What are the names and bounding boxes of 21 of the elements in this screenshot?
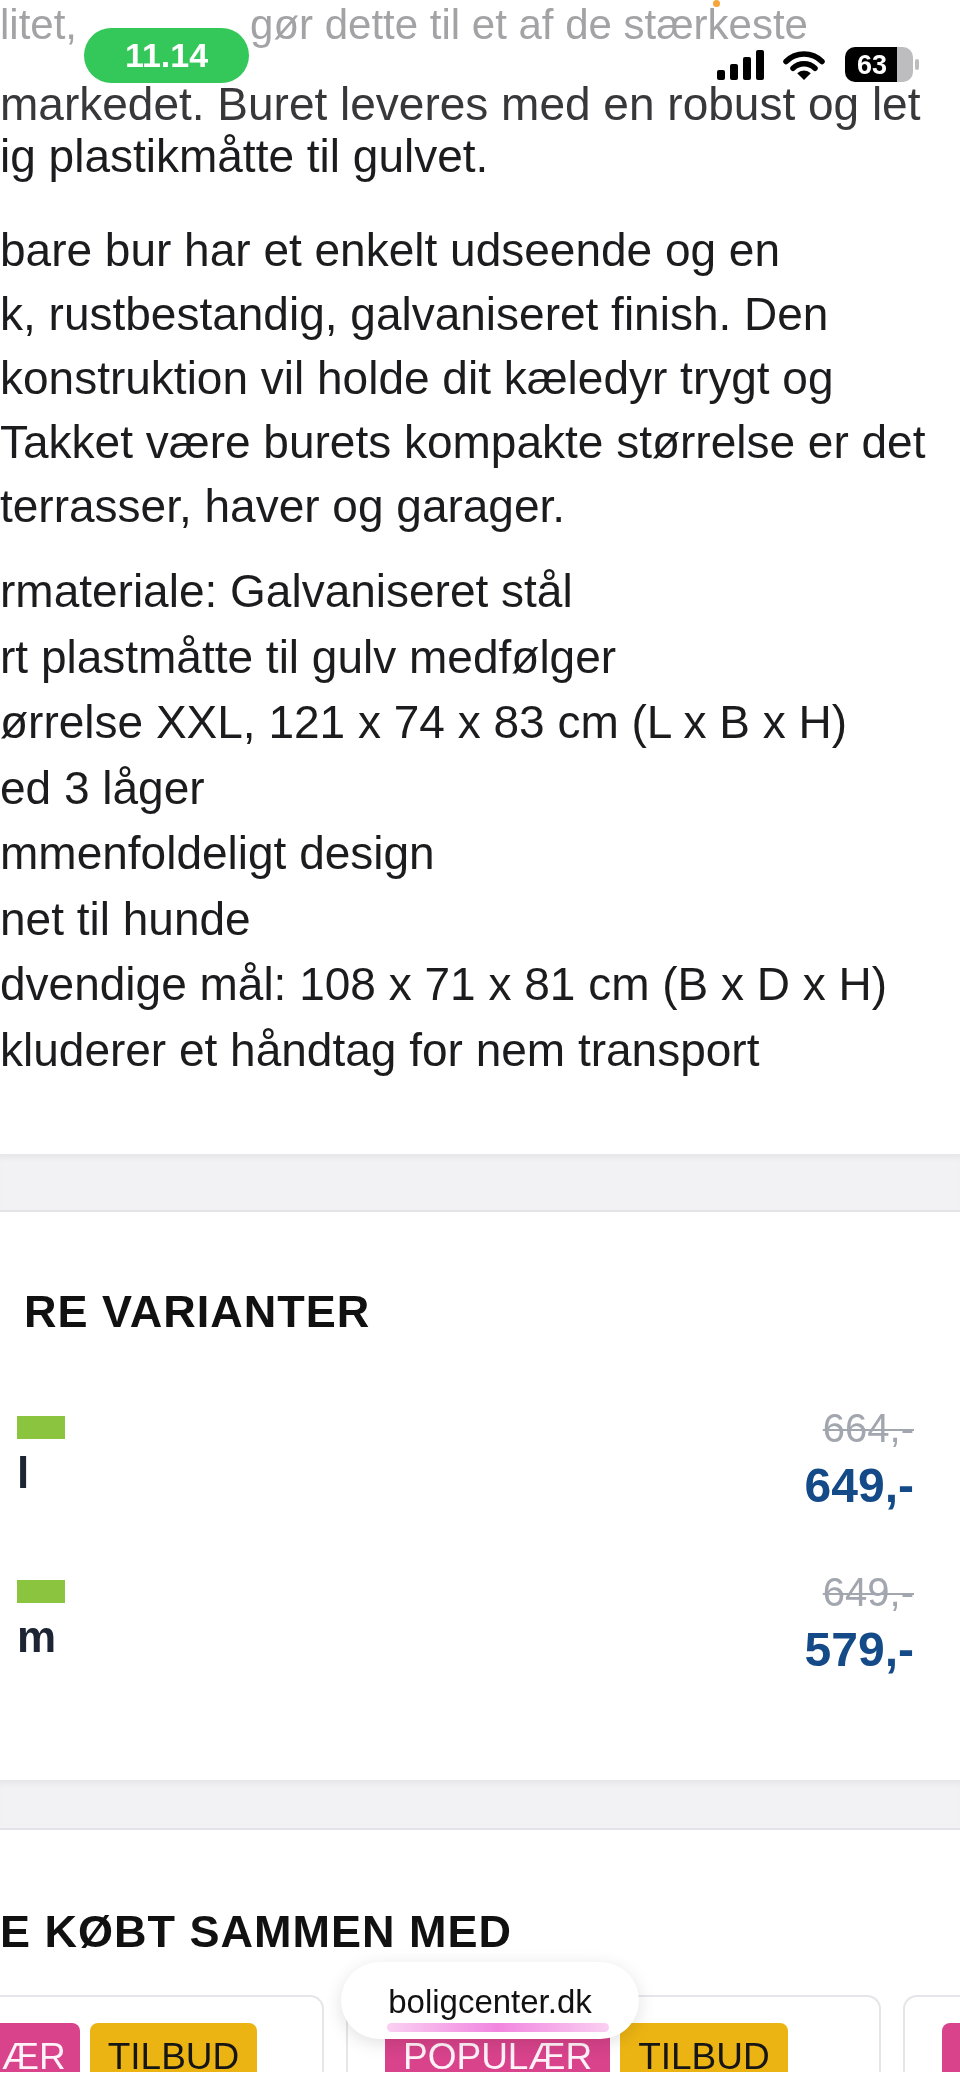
list-item-text: mmenfoldeligt design — [0, 826, 435, 881]
old-price: 649,- — [822, 1569, 914, 1615]
list-item-text: net til hunde — [0, 891, 251, 947]
section-title: E KØBT SAMMEN MED — [0, 1905, 512, 1959]
product-tag: TILBUD — [89, 2023, 258, 2072]
paragraph-text: bare bur har et enkelt udseende og en k, rustbestandig, galvaniseret finish. Den konstruktion vil holde dit kæledyr trygt og Takket være burets kompakte størrelse er det terrasser, haver og garager. — [0, 223, 926, 534]
product-tag: ÆR — [0, 2023, 80, 2072]
list-item-text: ørrelse XXL, 121 x 74 x 83 cm (L x B x H) — [0, 695, 848, 750]
product-tag: TILBUD — [620, 2023, 788, 2072]
description-text: gør dette til et af de stærkeste — [250, 8, 808, 49]
paragraph-text: markedet. Buret leveres med en robust og let ig plastikmåtte til gulvet. — [0, 84, 921, 184]
list-item-text: rmateriale: Galvaniseret stål — [0, 564, 573, 619]
list-item-text: dvendige mål: 108 x 71 x 81 cm (B x D x H) — [0, 957, 888, 1012]
variant-price: 579,- — [804, 1623, 914, 1677]
list-item-text: rt plastmåtte til gulv medfølger — [0, 629, 617, 685]
variant-price: 649,- — [804, 1459, 914, 1513]
list-item-text: kluderer et håndtag for nem transport — [0, 1022, 760, 1078]
old-price: 664,- — [822, 1405, 914, 1451]
description-text: litet, — [0, 8, 78, 49]
list-item-text: ed 3 låger — [0, 760, 205, 816]
section-title: RE VARIANTER — [24, 1285, 371, 1339]
